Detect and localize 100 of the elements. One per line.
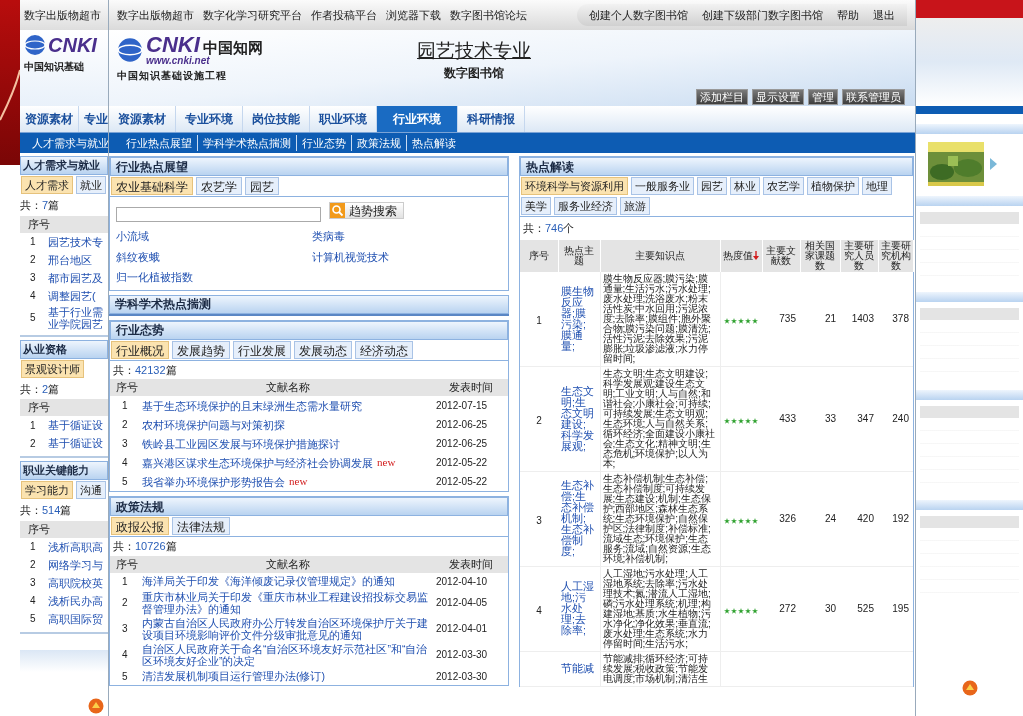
- search-button[interactable]: 趋势搜索: [329, 202, 404, 219]
- search-field[interactable]: [116, 207, 321, 222]
- nav-tab[interactable]: 专业环境: [176, 106, 243, 132]
- account-link[interactable]: 退出: [873, 6, 895, 24]
- globe-icon: [117, 37, 143, 63]
- tab[interactable]: 人才需求: [21, 176, 73, 194]
- document-link[interactable]: 邢台地区: [48, 253, 106, 266]
- document-link[interactable]: 我省举办环境保护形势报告会: [142, 475, 285, 488]
- admin-button[interactable]: 添加栏目: [696, 89, 748, 105]
- keywords-text: 人工湿地;污水处理;人工湿地系统;去除率;污水处理技术;氮;潜流人工湿地;磷;污水处理系统;机理;构建湿地;基质;水生植物;污水净化;净化效果;垂直流;废水处理;生态系统;水力停留时间;生活污水;: [602, 568, 712, 649]
- tab[interactable]: 园艺: [697, 177, 727, 195]
- tab[interactable]: 政报公报: [111, 517, 169, 535]
- keyword-link[interactable]: 计算机视觉技术: [312, 248, 389, 265]
- column-header: 文献名称: [266, 556, 310, 572]
- row-number: 2: [121, 596, 129, 610]
- logo-text: CNKI: [48, 35, 97, 55]
- nav-tab[interactable]: 科研情报: [458, 106, 525, 132]
- admin-button[interactable]: 联系管理员: [842, 89, 905, 105]
- document-link[interactable]: 浅析高职高: [48, 540, 106, 553]
- number-cell: 192: [892, 513, 909, 524]
- keyword-link[interactable]: 斜纹夜蛾: [116, 248, 160, 265]
- account-link[interactable]: 创建下级部门数字图书馆: [702, 6, 823, 24]
- tab[interactable]: 农艺学: [763, 177, 804, 195]
- topic-link[interactable]: 人工湿地;污水处理;去除率;: [561, 581, 597, 636]
- document-link[interactable]: 海洋局关于印发《海洋倾废记录仪管理规定》的通知: [142, 575, 395, 587]
- tab[interactable]: 植物保护: [807, 177, 859, 195]
- tab[interactable]: 就业: [76, 176, 106, 194]
- account-link[interactable]: 帮助: [837, 6, 859, 24]
- nav-link[interactable]: 学科学术热点揣测: [197, 134, 296, 152]
- nav-link[interactable]: 热点解读: [406, 134, 461, 152]
- document-link[interactable]: 基于行业需业学院园艺: [48, 305, 106, 330]
- tab[interactable]: 旅游: [620, 197, 650, 215]
- document-link[interactable]: 园艺技术专: [48, 235, 106, 248]
- tab[interactable]: 经济动态: [355, 340, 413, 359]
- document-link[interactable]: 铁岭县工业园区发展与环境保护措施探讨: [142, 437, 340, 450]
- topic-link[interactable]: 生态补偿;生态补偿机制;生态补偿制度;: [561, 480, 597, 557]
- document-link[interactable]: 清洁发展机制项目运行管理办法(修订): [142, 670, 325, 682]
- row-number: 1: [29, 540, 37, 554]
- tab[interactable]: 农业基础科学: [111, 177, 193, 195]
- topic-link[interactable]: 生态文明;生态文明建设;科学发展观;: [561, 385, 597, 452]
- account-link[interactable]: 创建个人数字图书馆: [589, 6, 688, 24]
- keyword-link[interactable]: 归一化植被指数: [116, 269, 193, 286]
- tab[interactable]: 行业概况: [111, 340, 169, 359]
- document-link[interactable]: 浅析民办高: [48, 594, 106, 607]
- tab[interactable]: 法律法规: [172, 517, 230, 535]
- keyword-link[interactable]: 类病毒: [312, 228, 345, 245]
- nav-tab[interactable]: 资源素材: [20, 106, 79, 132]
- document-link[interactable]: 自治区人民政府关于命名“自治区环境友好示范社区”和“自治区环境友好企业”的决定: [142, 642, 432, 667]
- row-number: 5: [29, 311, 37, 325]
- nav-tab[interactable]: 行业环境: [377, 106, 458, 132]
- top-link[interactable]: 数字化学习研究平台: [203, 6, 302, 24]
- document-link[interactable]: 农村环境保护问题与对策初探: [142, 418, 285, 431]
- nav-tab[interactable]: 资源素材: [109, 106, 176, 132]
- document-link[interactable]: 高职国际贸: [48, 612, 106, 625]
- keyword-link[interactable]: 小流域: [116, 228, 149, 245]
- document-link[interactable]: 都市园艺及: [48, 271, 106, 284]
- admin-button[interactable]: 管理: [808, 89, 838, 105]
- nav-link[interactable]: 政策法规: [351, 134, 406, 152]
- nav-tab[interactable]: 岗位技能: [243, 106, 310, 132]
- nav-link[interactable]: 行业热点展望: [121, 134, 197, 152]
- number-cell: 24: [824, 513, 836, 524]
- tab[interactable]: 林业: [730, 177, 760, 195]
- document-link[interactable]: 内蒙古自治区人民政府办公厅转发自治区环境保护厅关于建设项目环境影响评价文件分级审批意见的通知: [142, 616, 432, 641]
- date-text: 2012-05-22: [435, 475, 488, 489]
- panel-header: 热点解读: [520, 157, 913, 176]
- tab[interactable]: 环境科学与资源利用: [521, 177, 628, 195]
- next-arrow-icon[interactable]: [990, 158, 997, 170]
- panel-header: 职业关键能力: [20, 461, 108, 480]
- document-link[interactable]: 基于循证设: [48, 437, 106, 449]
- top-link[interactable]: 浏览器下载: [386, 6, 441, 24]
- nav-link[interactable]: 行业态势: [296, 134, 351, 152]
- search-icon: [330, 203, 345, 218]
- document-link[interactable]: 调整园艺(: [48, 289, 106, 302]
- top-link[interactable]: 数字出版物超市: [117, 6, 194, 24]
- tab[interactable]: 行业发展: [233, 340, 291, 359]
- document-link[interactable]: 网络学习与: [48, 558, 106, 571]
- column-header: 序号: [528, 250, 549, 261]
- document-link[interactable]: 基于循证设: [48, 419, 106, 431]
- tab[interactable]: 发展趋势: [172, 340, 230, 359]
- document-link[interactable]: 重庆市林业局关于印发《重庆市林业工程建设招投标交易监督管理办法》的通知: [142, 590, 432, 615]
- tab[interactable]: 学习能力: [21, 481, 73, 499]
- top-link[interactable]: 作者投稿平台: [311, 6, 377, 24]
- tab[interactable]: 农艺学: [196, 177, 242, 195]
- top-link[interactable]: 数字图书馆论坛: [450, 6, 527, 24]
- admin-button[interactable]: 显示设置: [752, 89, 804, 105]
- tab[interactable]: 服务业经济: [554, 197, 617, 215]
- topic-link[interactable]: 膜生物反应器;膜污染;膜通量;: [561, 285, 597, 352]
- tab[interactable]: 一般服务业: [631, 177, 694, 195]
- document-link[interactable]: 基于生态环境保护的且末绿洲生态需水量研究: [142, 399, 362, 412]
- tab[interactable]: 地理: [862, 177, 892, 195]
- tab[interactable]: 美学: [521, 197, 551, 215]
- row-number: 1: [29, 235, 37, 249]
- tab[interactable]: 园艺: [245, 177, 279, 195]
- tab[interactable]: 发展动态: [294, 340, 352, 359]
- tab[interactable]: 沟通: [76, 481, 106, 499]
- topic-link[interactable]: 节能减: [561, 663, 597, 674]
- document-link[interactable]: 高职院校英: [48, 576, 106, 589]
- document-link[interactable]: 嘉兴港区谋求生态环境保护与经济社会协调发展: [142, 456, 373, 469]
- tab[interactable]: 景观设计师: [21, 359, 84, 378]
- row-number: 4: [29, 594, 37, 608]
